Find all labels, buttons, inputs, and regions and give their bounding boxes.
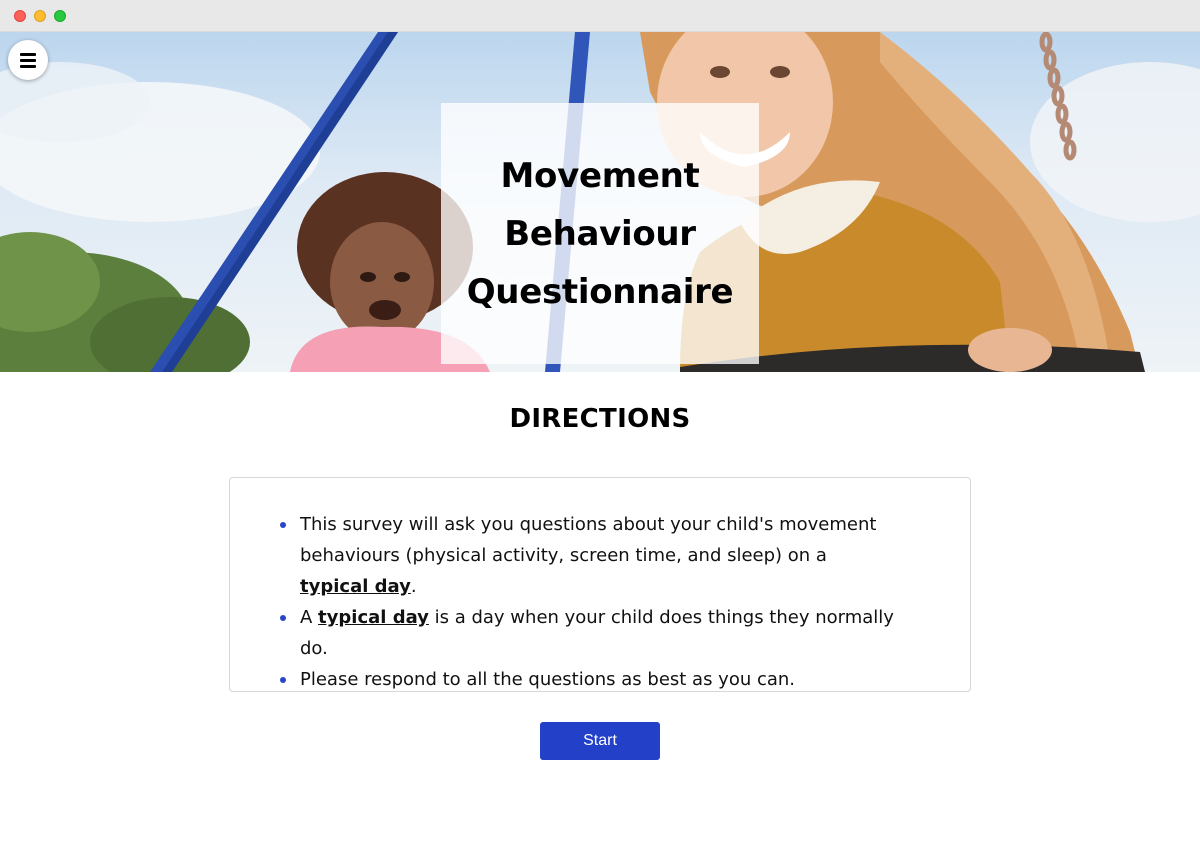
close-window-button[interactable] (14, 10, 26, 22)
page-title: Movement Behaviour Questionnaire (460, 147, 740, 321)
typical-day-emphasis: typical day (318, 607, 429, 628)
directions-item-text: . (410, 576, 417, 597)
directions-item-text: This survey will ask you questions about… (300, 514, 877, 566)
directions-item: A typical day is a day when your child d… (280, 602, 900, 664)
hamburger-menu-icon-bar (20, 58, 36, 62)
hamburger-menu-button[interactable] (8, 40, 48, 80)
browser-window: Movement Behaviour Questionnaire DIRECTI… (0, 0, 1200, 868)
hamburger-menu-icon (20, 52, 36, 56)
directions-item-text: Please respond to all the questions as b… (300, 669, 796, 690)
directions-item-text: A (300, 607, 319, 628)
maximize-window-button[interactable] (54, 10, 66, 22)
title-line-3: Questionnaire (466, 271, 734, 312)
typical-day-emphasis: typical day (300, 576, 411, 597)
title-line-2: Behaviour (504, 213, 696, 254)
start-button[interactable]: Start (540, 722, 660, 760)
directions-list: This survey will ask you questions about… (280, 509, 900, 695)
window-titlebar (0, 0, 1200, 32)
minimize-window-button[interactable] (34, 10, 46, 22)
title-line-1: Movement (500, 155, 700, 196)
hamburger-menu-icon-bar (20, 64, 36, 68)
directions-heading: DIRECTIONS (509, 404, 691, 434)
hero-banner: Movement Behaviour Questionnaire (0, 32, 1200, 372)
directions-item: Please respond to all the questions as b… (280, 664, 900, 695)
directions-panel: This survey will ask you questions about… (229, 477, 971, 692)
hero-title-card: Movement Behaviour Questionnaire (441, 103, 759, 364)
directions-item: This survey will ask you questions about… (280, 509, 900, 602)
